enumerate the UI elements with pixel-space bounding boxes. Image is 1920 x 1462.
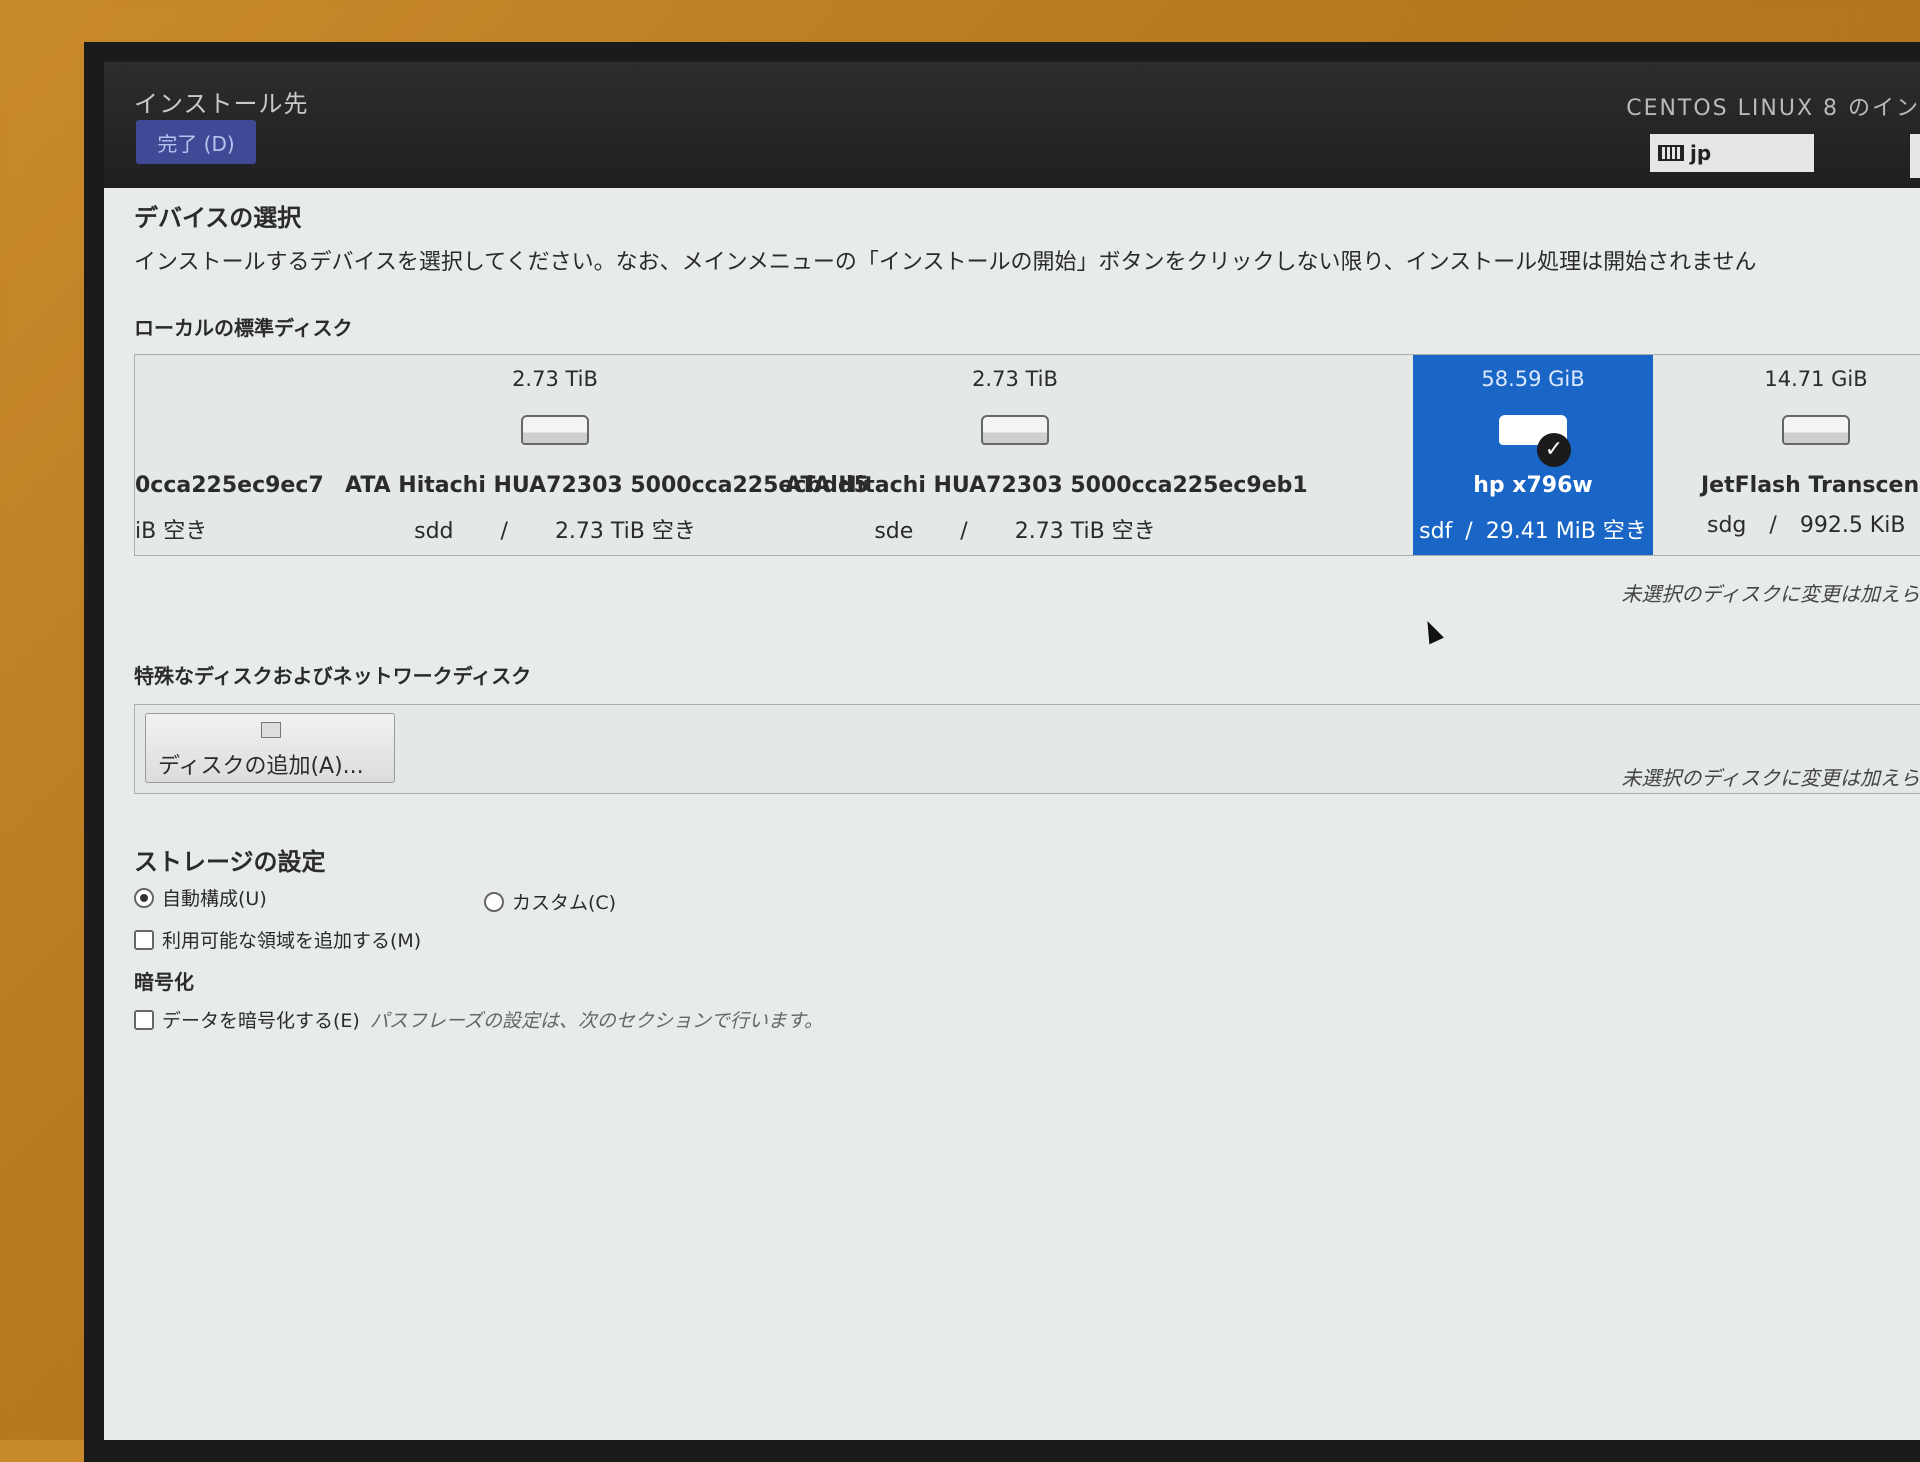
disk-item[interactable]: 0cca225ec9ec7 iB 空き [104,355,324,555]
disk-details: sdf / 29.41 MiB 空き [1413,513,1653,545]
special-disks-note: 未選択のディスクに変更は加えら [1621,766,1920,790]
checkmark-icon: ✓ [1537,433,1571,467]
disk-size: 14.71 GiB [1764,367,1868,391]
installer-screen: インストール先 完了 (D) CENTOS LINUX 8 のイン jp デバイ… [104,62,1920,1440]
disk-device: sde [874,519,914,544]
disk-icon [261,722,281,738]
disk-device: sdd [414,519,454,544]
custom-partition-label: カスタム(C) [512,892,617,914]
disk-item-selected[interactable]: 58.59 GiB ✓ hp x796w sdf / 29.41 MiB 空き [1413,355,1653,555]
auto-partition-label: 自動構成(U) [162,888,267,910]
header-bar: インストール先 完了 (D) CENTOS LINUX 8 のイン jp [104,62,1920,188]
section-title-device-selection: デバイスの選択 [134,204,302,232]
encryption-hint: パスフレーズの設定は、次のセクションで行います。 [369,1010,823,1032]
reclaim-space-label: 利用可能な領域を追加する(M) [162,930,422,952]
storage-config-title: ストレージの設定 [134,848,326,876]
add-disk-button[interactable]: ディスクの追加(A)... [145,713,395,783]
disk-free: 992.5 KiB [1799,513,1906,538]
disk-details: sdd / 2.73 TiB 空き [345,513,765,545]
add-disk-label: ディスクの追加(A)... [158,754,364,779]
encryption-title: 暗号化 [134,970,194,994]
page-title: インストール先 [134,90,309,118]
auto-partition-radio[interactable]: 自動構成(U) [134,884,267,911]
disk-item[interactable]: 2.73 TiB ATA Hitachi HUA72303 5000cca225… [345,355,869,555]
special-disks-title: 特殊なディスクおよびネットワークディスク [134,664,532,688]
help-button[interactable] [1910,134,1920,178]
disk-name: ATA Hitachi HUA72303 5000cca225ecbdd5 [345,473,869,498]
disk-free: 29.41 MiB 空き [1485,519,1647,544]
disk-free: 2.73 TiB 空き [554,519,696,544]
disk-device: sdf [1419,519,1453,544]
disk-device: sdg [1707,513,1747,538]
local-disks-title: ローカルの標準ディスク [134,316,353,340]
disk-details: sdg / 992.5 KiB [1671,513,1920,538]
disk-item[interactable]: 2.73 TiB ATA Hitachi HUA72303 5000cca225… [785,355,1308,555]
keyboard-icon [1658,145,1684,161]
disk-name: JetFlash Transcend [1701,473,1920,498]
keyboard-layout-indicator[interactable]: jp [1650,134,1814,172]
disk-details: sde / 2.73 TiB 空き [785,513,1245,545]
local-disks-note: 未選択のディスクに変更は加えら [1621,582,1920,606]
encrypt-data-checkbox[interactable]: データを暗号化する(E) パスフレーズの設定は、次のセクションで行います。 [134,1006,823,1033]
separator: / [1769,513,1777,538]
disk-item[interactable]: 14.71 GiB JetFlash Transcend sdg / 992.5… [1671,355,1920,555]
hard-disk-icon [521,415,589,445]
disk-name: hp x796w [1473,473,1593,498]
checkbox-icon [134,1009,154,1030]
encrypt-data-label: データを暗号化する(E) [162,1010,360,1032]
separator: / [960,519,968,544]
device-selection-description: インストールするデバイスを選択してください。なお、メインメニューの「インストール… [134,250,1757,275]
disk-name: 0cca225ec9ec7 [135,473,324,498]
keyboard-layout-label: jp [1690,141,1712,165]
checkbox-icon [134,929,154,950]
hard-disk-icon [1782,415,1850,445]
disk-size: 2.73 TiB [972,367,1058,391]
radio-unselected-icon [484,891,504,912]
disk-free: iB 空き [135,519,208,544]
reclaim-space-checkbox[interactable]: 利用可能な領域を追加する(M) [134,926,421,953]
custom-partition-radio[interactable]: カスタム(C) [484,888,616,915]
hard-disk-icon [981,415,1049,445]
separator: / [1465,519,1473,544]
radio-selected-icon [134,887,154,908]
disk-size: 58.59 GiB [1481,367,1585,391]
disk-size: 2.73 TiB [512,367,598,391]
disk-name: ATA Hitachi HUA72303 5000cca225ec9eb1 [785,473,1308,498]
done-button[interactable]: 完了 (D) [136,120,256,164]
local-disk-list: 0cca225ec9ec7 iB 空き 2.73 TiB ATA Hitachi… [134,354,1920,556]
disk-free: 2.73 TiB 空き [1014,519,1156,544]
separator: / [500,519,508,544]
mouse-pointer-icon [1420,617,1444,645]
product-title: CENTOS LINUX 8 のイン [1626,96,1920,121]
